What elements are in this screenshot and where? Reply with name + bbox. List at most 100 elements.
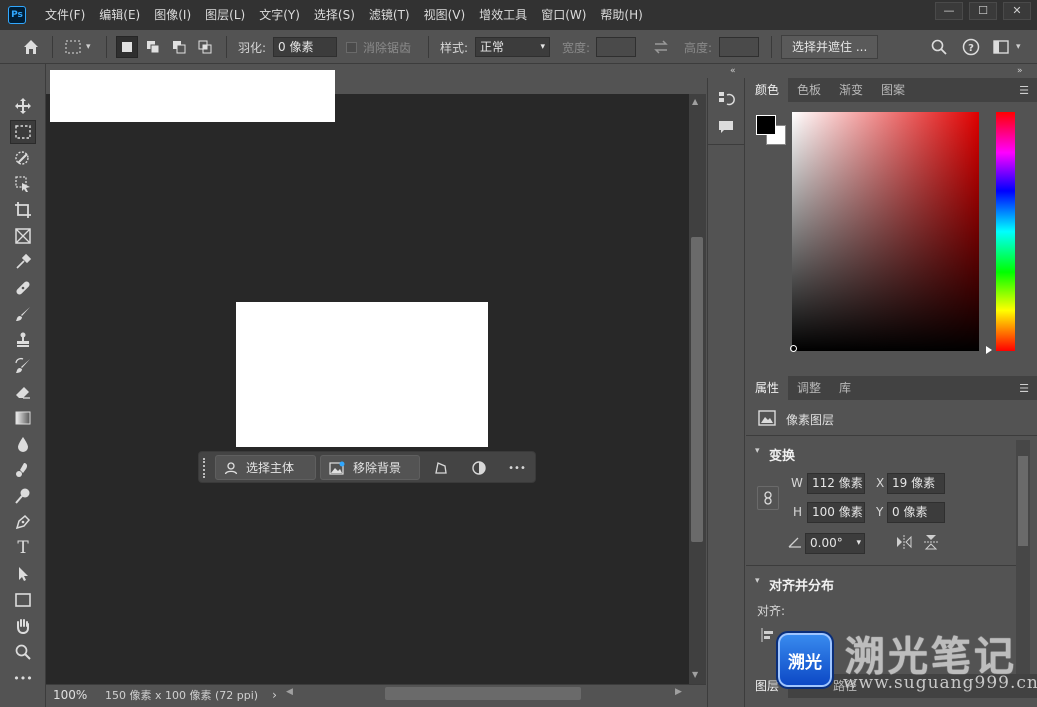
tab-adjustments[interactable]: 调整 [788,376,830,400]
pen-tool[interactable] [10,510,36,534]
history-brush-tool[interactable] [10,354,36,378]
hand-tool[interactable] [10,614,36,638]
scroll-right-icon[interactable]: ▶ [675,687,682,697]
adjustment-icon[interactable] [467,456,491,480]
expand-dock-icon[interactable]: « [730,66,736,76]
dodge-tool[interactable] [10,484,36,508]
history-panel-icon[interactable] [717,90,735,111]
scroll-up-icon[interactable]: ▲ [692,97,698,106]
properties-scroll-thumb[interactable] [1018,456,1028,546]
select-and-mask-button[interactable]: 选择并遮住 ... [781,35,879,59]
width-input[interactable] [596,37,636,57]
close-button[interactable]: ✕ [1003,2,1031,20]
tab-libraries[interactable]: 库 [830,376,860,400]
quick-select-tool[interactable] [10,172,36,196]
help-icon[interactable]: ? [960,36,982,58]
collapse-panels-icon[interactable]: » [1017,66,1023,76]
document-tab[interactable] [50,70,335,122]
menu-filter[interactable]: 滤镜(T) [362,0,417,30]
tool-preset-picker[interactable]: ▾ [62,30,91,64]
scroll-left-icon[interactable]: ◀ [286,687,293,697]
new-selection-button[interactable] [116,36,138,58]
vertical-scroll-thumb[interactable] [691,237,703,542]
search-icon[interactable] [928,36,950,58]
x-prop-input[interactable]: 19 像素 [887,473,945,494]
height-input[interactable] [719,37,759,57]
drag-handle[interactable] [203,458,206,478]
more-tools-button[interactable]: ••• [10,666,36,690]
move-tool[interactable] [10,94,36,118]
menu-edit[interactable]: 编辑(E) [92,0,147,30]
smudge-tool[interactable] [10,458,36,482]
blur-tool[interactable] [10,432,36,456]
remove-background-button[interactable]: 移除背景 [320,455,420,480]
transform-icon[interactable] [429,456,453,480]
menu-type[interactable]: 文字(Y) [252,0,307,30]
y-prop-input[interactable]: 0 像素 [887,502,945,523]
width-prop-input[interactable]: 112 像素 [807,473,865,494]
menu-window[interactable]: 窗口(W) [534,0,593,30]
angle-input[interactable]: 0.00° ▾ [805,533,865,554]
frame-tool[interactable] [10,224,36,248]
status-menu-icon[interactable]: › [272,688,277,702]
minimize-button[interactable]: — [935,2,963,20]
hue-slider-handle[interactable] [986,346,992,354]
tab-properties[interactable]: 属性 [746,376,789,400]
workspace-icon[interactable] [990,36,1012,58]
rect-marquee-tool[interactable] [10,120,36,144]
eraser-tool[interactable] [10,380,36,404]
add-selection-button[interactable] [142,36,164,58]
marquee-preset-icon [62,36,84,58]
link-dimensions-button[interactable] [757,486,779,510]
link-icon [764,491,772,505]
hue-slider[interactable] [996,112,1015,351]
height-prop-input[interactable]: 100 像素 [807,502,865,523]
menu-help[interactable]: 帮助(H) [593,0,649,30]
path-select-tool[interactable] [10,562,36,586]
panel-menu-icon[interactable]: ☰ [1019,382,1029,395]
chevron-down-icon[interactable]: ▾ [755,576,760,586]
menu-select[interactable]: 选择(S) [307,0,362,30]
eyedropper-tool[interactable] [10,250,36,274]
zoom-tool[interactable] [10,640,36,664]
menu-plugins[interactable]: 增效工具 [472,0,534,30]
chevron-down-icon[interactable]: ▾ [755,446,760,456]
horizontal-scroll-thumb[interactable] [385,687,581,700]
antialias-checkbox[interactable] [346,41,357,53]
menu-file[interactable]: 文件(F) [38,0,92,30]
zoom-icon [15,644,31,660]
color-picker-field[interactable] [792,112,979,351]
stamp-tool[interactable] [10,328,36,352]
zoom-level[interactable]: 100% [53,688,95,702]
comments-panel-icon[interactable] [717,118,735,139]
maximize-button[interactable]: ☐ [969,2,997,20]
menu-layer[interactable]: 图层(L) [198,0,252,30]
intersect-selection-button[interactable] [194,36,216,58]
color-picker-cursor[interactable] [790,345,797,352]
select-subject-button[interactable]: 选择主体 [215,455,316,480]
type-tool[interactable]: T [10,536,36,560]
subtract-selection-icon [173,41,186,54]
home-button[interactable] [20,30,42,64]
feather-input[interactable]: 0 像素 [273,37,337,57]
document-canvas[interactable] [236,302,488,447]
foreground-color-swatch[interactable] [756,115,776,135]
swap-dimensions-icon[interactable] [650,36,672,58]
subtract-selection-button[interactable] [168,36,190,58]
gradient-tool[interactable] [10,406,36,430]
brush-tool[interactable] [10,302,36,326]
tab-color[interactable]: 颜色 [746,78,789,102]
menu-image[interactable]: 图像(I) [147,0,198,30]
tab-patterns[interactable]: 图案 [872,78,914,102]
panel-menu-icon[interactable]: ☰ [1019,84,1029,97]
object-select-tool[interactable] [10,146,36,170]
tab-gradients[interactable]: 渐变 [830,78,872,102]
scroll-down-icon[interactable]: ▼ [692,670,698,679]
style-select[interactable]: 正常 ▾ [475,37,550,57]
healing-tool[interactable] [10,276,36,300]
tab-swatches[interactable]: 色板 [788,78,830,102]
crop-tool[interactable] [10,198,36,222]
more-options-button[interactable]: ••• [505,456,529,480]
rectangle-tool[interactable] [10,588,36,612]
menu-view[interactable]: 视图(V) [417,0,473,30]
